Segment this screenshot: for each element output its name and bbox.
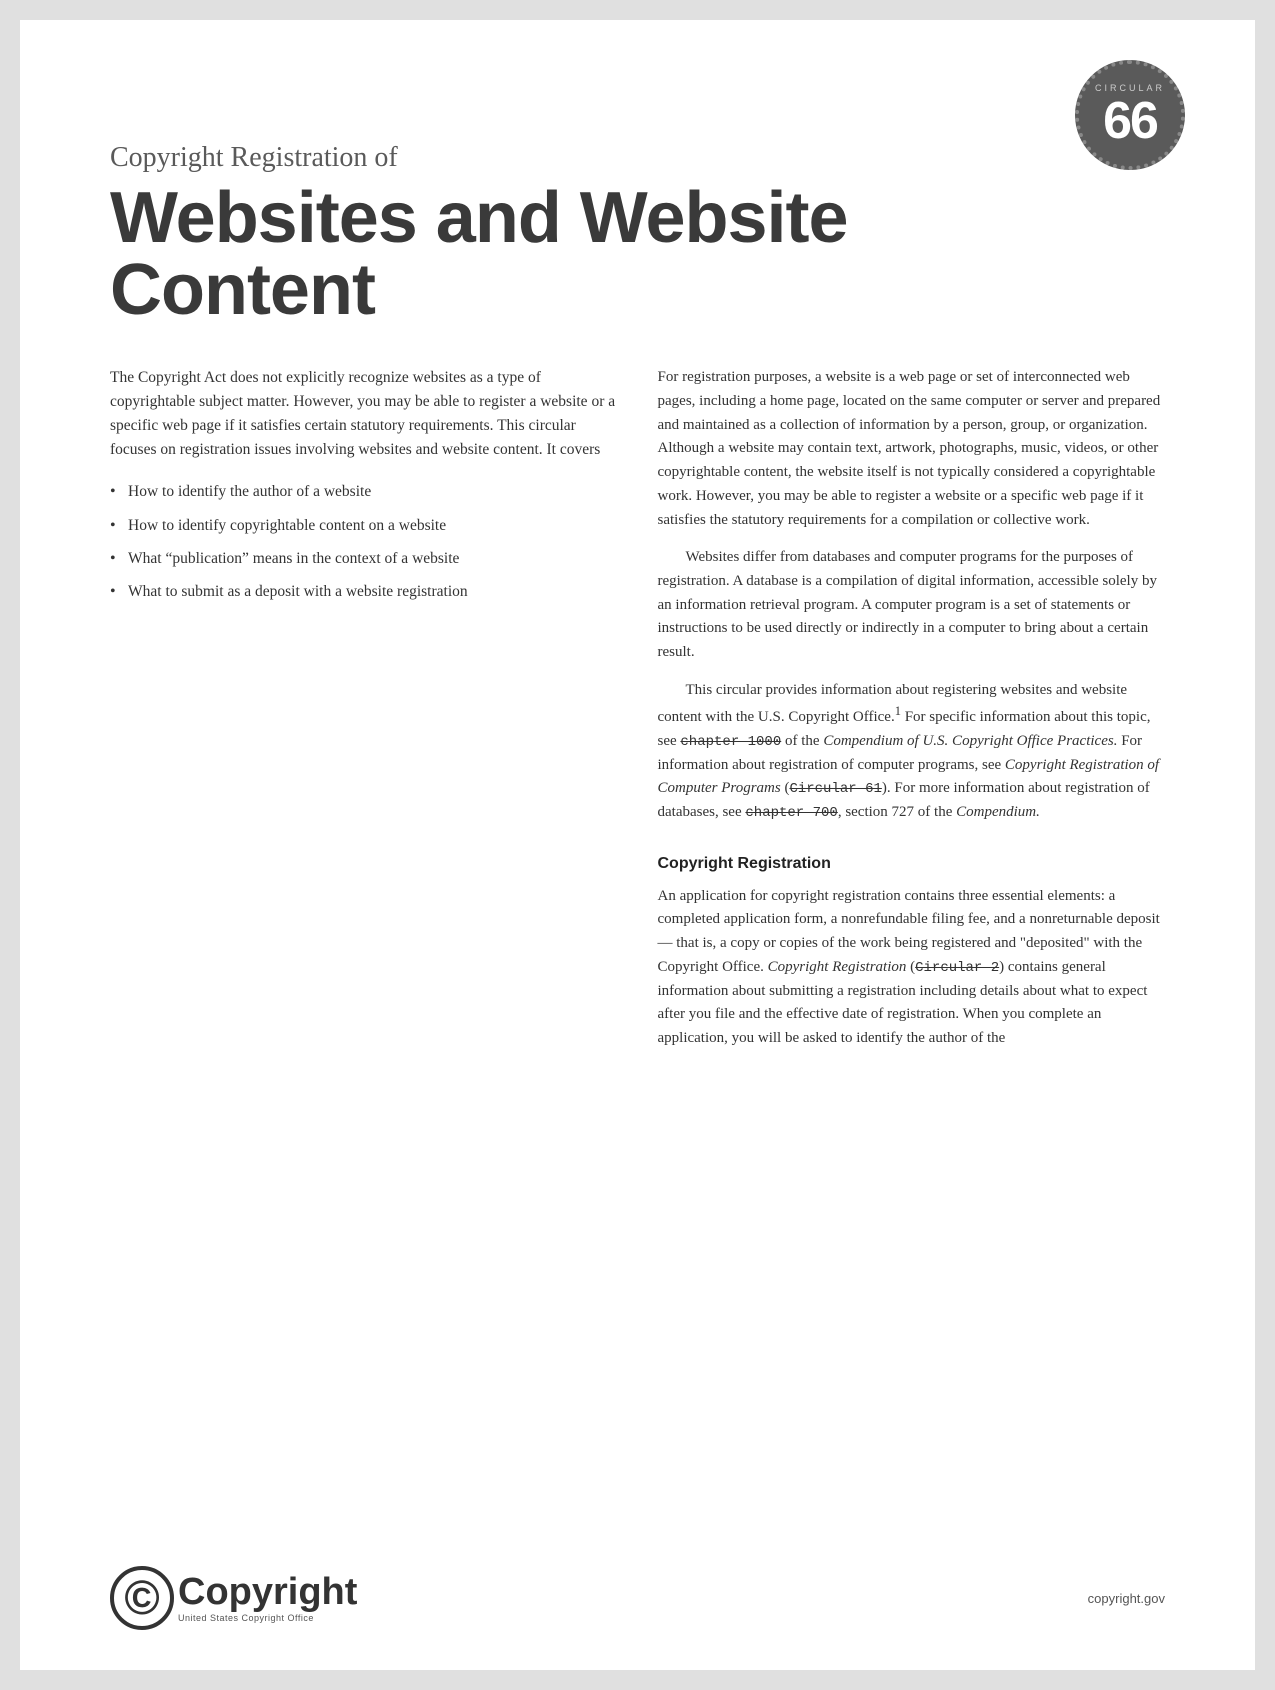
bullet-list: How to identify the author of a website … xyxy=(110,480,618,603)
right-para-1: For registration purposes, a website is … xyxy=(658,366,1166,532)
page-footer: © Copyright United States Copyright Offi… xyxy=(110,1566,1165,1630)
intro-text: The Copyright Act does not explicitly re… xyxy=(110,366,618,462)
copyright-c-icon: © xyxy=(110,1566,174,1630)
right-para-3: This circular provides information about… xyxy=(658,679,1166,825)
title-main: Websites and Website Content xyxy=(110,182,1165,326)
copyright-reg-para: An application for copyright registratio… xyxy=(658,885,1166,1051)
copyright-reg-heading: Copyright Registration xyxy=(658,855,1166,873)
left-column: The Copyright Act does not explicitly re… xyxy=(110,366,618,1064)
footer-url: copyright.gov xyxy=(1088,1591,1165,1606)
bullet-item-1: How to identify the author of a website xyxy=(110,480,618,503)
bullet-item-4: What to submit as a deposit with a websi… xyxy=(110,580,618,603)
badge-number: 66 xyxy=(1103,95,1157,147)
footer-logo-group: © Copyright United States Copyright Offi… xyxy=(110,1566,357,1630)
copyright-reg-section: Copyright Registration An application fo… xyxy=(658,855,1166,1051)
title-subtitle: Copyright Registration of xyxy=(110,140,1165,176)
footer-copyright-word: Copyright United States Copyright Office xyxy=(178,1573,357,1623)
footer-sub-text: United States Copyright Office xyxy=(178,1613,357,1623)
document-page: CIRCULAR 66 Copyright Registration of We… xyxy=(20,20,1255,1670)
content-area: The Copyright Act does not explicitly re… xyxy=(110,366,1165,1064)
title-section: Copyright Registration of Websites and W… xyxy=(110,140,1165,326)
title-line1: Websites and Website xyxy=(110,178,848,258)
title-line2: Content xyxy=(110,250,375,330)
bullet-item-3: What “publication” means in the context … xyxy=(110,547,618,570)
circular-badge: CIRCULAR 66 xyxy=(1075,60,1185,170)
bullet-item-2: How to identify copyrightable content on… xyxy=(110,514,618,537)
right-para-2: Websites differ from databases and compu… xyxy=(658,546,1166,664)
right-column: For registration purposes, a website is … xyxy=(658,366,1166,1064)
